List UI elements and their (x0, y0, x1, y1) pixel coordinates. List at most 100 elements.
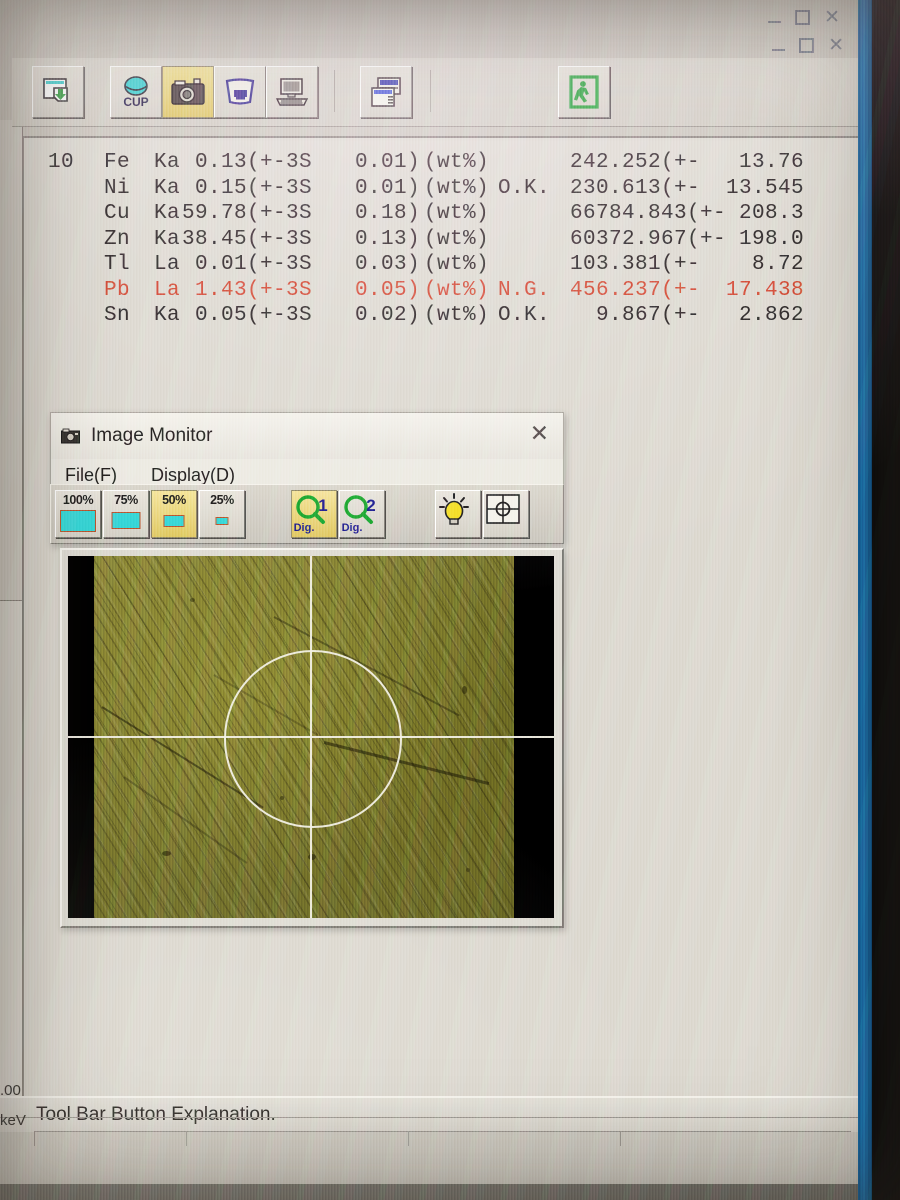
row-element: Pb (103, 278, 130, 302)
row-line: La (153, 278, 180, 302)
row-element: Tl (103, 253, 130, 276)
row-unit: (wt%) (424, 202, 490, 225)
row-intensity-error: 198.0 (738, 227, 804, 251)
cup-icon: CUP (123, 76, 149, 109)
computer-button[interactable] (266, 66, 318, 118)
main-toolbar: CUP (12, 58, 868, 127)
exit-door-icon (569, 75, 599, 109)
camera-window-icon (61, 428, 80, 444)
minimize-icon[interactable] (772, 49, 786, 51)
table-row[interactable]: Pb La 1.43(+-3S 0.05) (wt%) N.G. 456.237(+- 17.… (36, 278, 860, 304)
table-row[interactable]: Ni Ka 0.15(+-3S 0.01) (wt%) O.K. 230.613(+- 13.… (36, 176, 860, 202)
row-status: O.K. (498, 304, 551, 327)
row-intensity: 60372.967(+- (570, 227, 727, 251)
measurement-circle (224, 650, 402, 828)
svg-text:Dig.: Dig. (342, 522, 363, 534)
image-monitor-titlebar[interactable]: Image Monitor ✕ (51, 413, 563, 459)
row-error: 0.01) (354, 151, 420, 174)
zoom-75-label: 75% (114, 493, 138, 507)
row-unit: (wt%) (424, 304, 490, 327)
table-row[interactable]: Cu Ka59.78(+-3S 0.18) (wt%) 66784.843(+- 208.… (36, 201, 860, 227)
svg-text:Dig.: Dig. (294, 522, 315, 534)
row-error: 0.18) (354, 202, 420, 225)
crosshair-target-icon (486, 494, 520, 524)
row-error: 0.01) (354, 176, 420, 200)
row-error: 0.13) (354, 227, 420, 251)
row-unit: (wt%) (424, 227, 490, 251)
document-save-icon (43, 78, 68, 102)
zoom-50-label: 50% (162, 493, 186, 507)
outer-window-controls[interactable]: ✕ (768, 8, 840, 27)
row-intensity-error: 17.438 (725, 278, 804, 302)
maximize-icon[interactable] (799, 38, 815, 53)
save-document-button[interactable] (32, 66, 84, 118)
svg-text:2: 2 (366, 496, 375, 515)
digital-zoom-2-button[interactable]: 2 Dig. (339, 490, 385, 538)
inner-window-controls[interactable]: ✕ (772, 36, 844, 55)
zoom-100-label: 100% (62, 493, 94, 507)
row-value: 0.05(+-3S (194, 304, 312, 327)
zoom-50-preview (163, 515, 185, 527)
crosshair-button[interactable] (483, 490, 529, 538)
camera-icon (171, 78, 205, 105)
close-icon[interactable]: ✕ (530, 422, 549, 445)
zoom-100-button[interactable]: 100% (55, 490, 101, 538)
cup-button[interactable]: CUP (110, 66, 162, 118)
row-element: Sn (103, 304, 130, 327)
menu-display[interactable]: Display(D) (151, 465, 235, 486)
sample-camera-view[interactable] (68, 556, 554, 918)
minimize-icon[interactable] (768, 21, 782, 23)
status-segment (620, 1131, 851, 1146)
table-row[interactable]: Tl La 0.01(+-3S 0.03) (wt%) 103.381(+- 8.72 (36, 252, 860, 278)
status-segment (408, 1131, 621, 1146)
row-value: 0.01(+-3S (194, 253, 312, 276)
image-monitor-toolbar: 100% 75% 50% 25% 1 Dig. 2 Dig. (50, 484, 564, 544)
row-value: 0.15(+-3S (194, 176, 312, 200)
light-bulb-icon (439, 493, 469, 525)
row-intensity: 456.237(+- (570, 278, 701, 302)
row-error: 0.03) (354, 253, 420, 276)
magnifier-1-icon: 1 Dig. (294, 495, 328, 534)
row-intensity: 9.867(+- (595, 304, 700, 327)
image-monitor-display-panel (60, 548, 564, 928)
row-intensity-error: 13.545 (725, 176, 804, 200)
row-line: La (153, 253, 180, 276)
toolbar-separator (334, 70, 335, 112)
computer-icon (275, 78, 309, 106)
close-icon[interactable]: ✕ (828, 36, 844, 55)
maximize-icon[interactable] (795, 10, 811, 25)
table-row[interactable]: Zn Ka38.45(+-3S 0.13) (wt%) 60372.967(+- 198.… (36, 227, 860, 253)
row-value: 59.78(+-3S (181, 202, 312, 225)
status-segment (186, 1131, 409, 1146)
magnifier-2-icon: 2 Dig. (342, 495, 376, 534)
close-icon[interactable]: ✕ (824, 8, 840, 27)
table-row[interactable]: Sn Ka 0.05(+-3S 0.02) (wt%) O.K. 9.867(+- 2.862 (36, 303, 860, 329)
exit-button[interactable] (558, 66, 610, 118)
row-line: Ka (153, 176, 180, 200)
row-line: Ka (153, 151, 180, 174)
sample-holder-button[interactable] (214, 66, 266, 118)
row-unit: (wt%) (424, 176, 490, 200)
row-intensity: 66784.843(+- (570, 202, 727, 225)
row-element: Zn (103, 227, 130, 251)
camera-button[interactable] (162, 66, 214, 118)
image-monitor-title: Image Monitor (91, 425, 213, 446)
row-line: Ka (153, 227, 180, 251)
zoom-75-button[interactable]: 75% (103, 490, 149, 538)
table-row[interactable]: 10 Fe Ka 0.13(+-3S 0.01) (wt%) 242.252(+- 13.76 (36, 150, 860, 176)
toolbar-separator (430, 70, 431, 112)
menu-file[interactable]: File(F) (65, 465, 117, 486)
zoom-75-preview (111, 512, 141, 529)
lamp-button[interactable] (435, 490, 481, 538)
background-unit-label: keV (0, 1112, 26, 1129)
zoom-50-button[interactable]: 50% (151, 490, 197, 538)
zoom-25-label: 25% (210, 493, 234, 507)
digital-zoom-1-button[interactable]: 1 Dig. (291, 490, 337, 538)
window-list-icon (371, 77, 401, 107)
row-unit: (wt%) (424, 151, 490, 174)
window-list-button[interactable] (360, 66, 412, 118)
status-bar-message: Tool Bar Button Explanation. (36, 1104, 276, 1125)
zoom-25-button[interactable]: 25% (199, 490, 245, 538)
row-intensity: 242.252(+- (570, 151, 701, 174)
row-element: Fe (103, 151, 130, 174)
